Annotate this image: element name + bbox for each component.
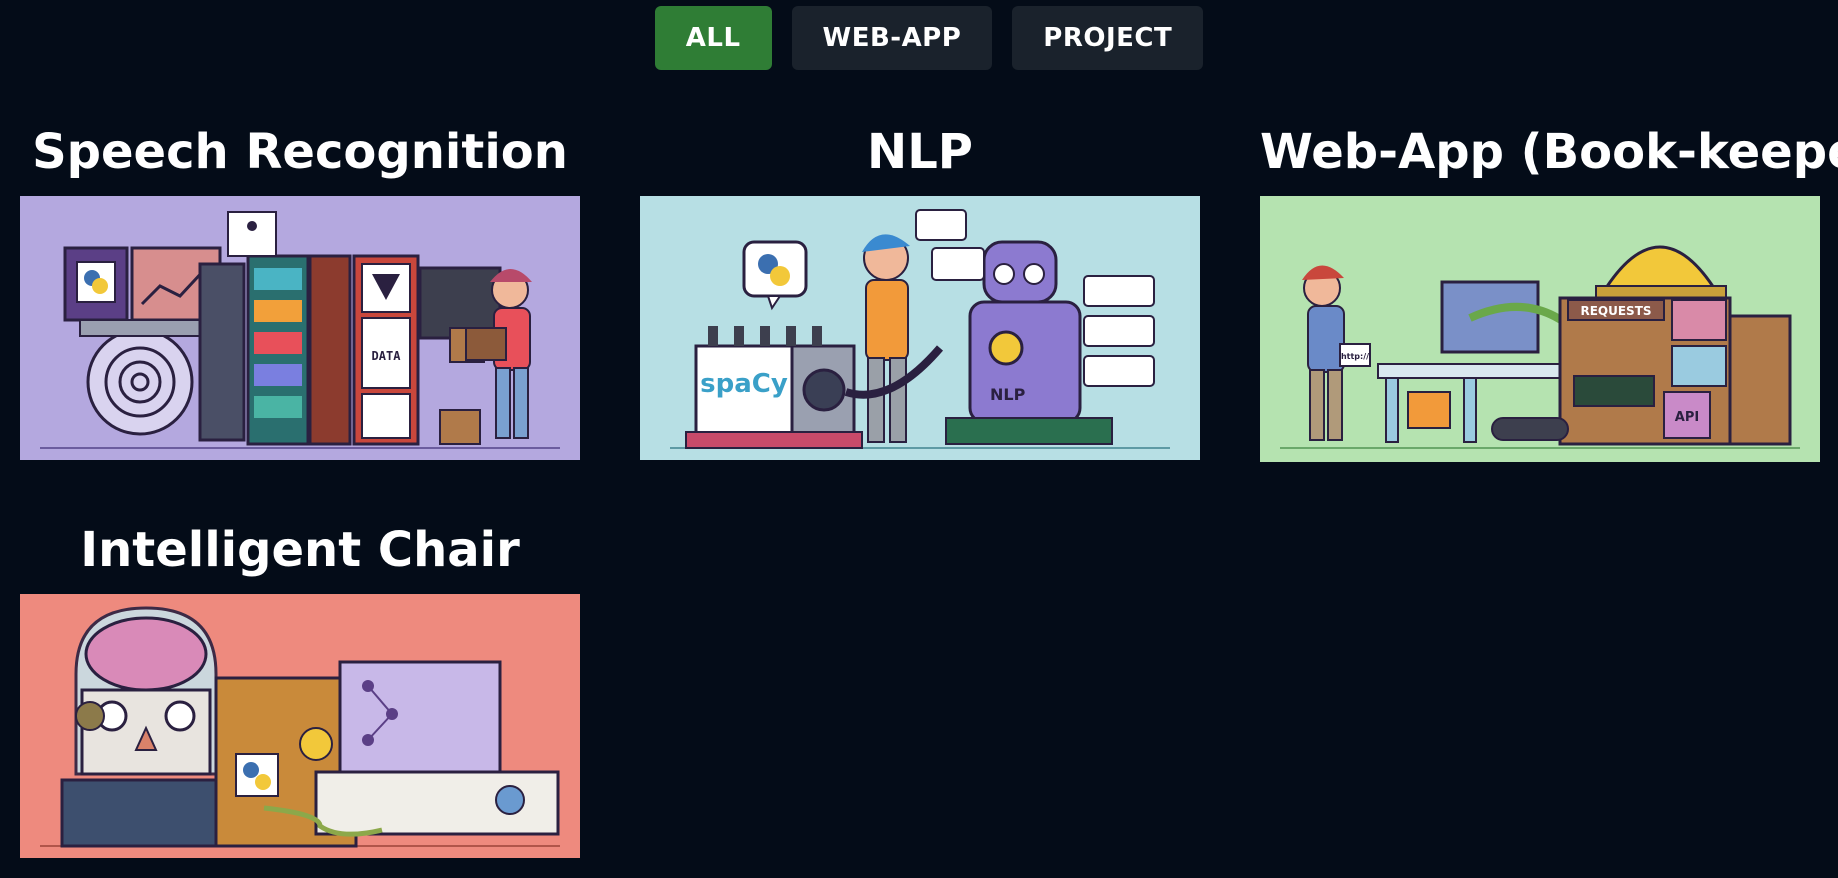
requests-label: REQUESTS xyxy=(1580,304,1651,318)
project-title: Web-App (Book-keeper) xyxy=(1260,124,1838,180)
project-card-book-keeper[interactable]: Web-App (Book-keeper) http:// xyxy=(1260,116,1838,462)
project-card-nlp[interactable]: NLP spaCy NLP xyxy=(640,116,1200,460)
filter-project-button[interactable]: PROJECT xyxy=(1012,6,1204,70)
project-image[interactable]: DATA xyxy=(20,196,580,460)
project-image[interactable]: http:// REQUESTS API xyxy=(1260,196,1820,462)
project-image[interactable]: spaCy NLP xyxy=(640,196,1200,460)
project-title: NLP xyxy=(867,124,973,180)
api-label: API xyxy=(1675,410,1699,425)
project-image[interactable] xyxy=(20,594,580,858)
filter-bar: ALL WEB-APP PROJECT xyxy=(0,6,1838,70)
project-card-speech-recognition[interactable]: Speech Recognition DATA xyxy=(20,116,580,460)
filter-web-app-button[interactable]: WEB-APP xyxy=(791,6,993,70)
robot-label: NLP xyxy=(990,385,1026,404)
data-label: DATA xyxy=(372,349,402,363)
project-title: Speech Recognition xyxy=(32,124,568,180)
project-title: Intelligent Chair xyxy=(80,522,520,578)
spacy-label: spaCy xyxy=(700,369,788,399)
filter-all-button[interactable]: ALL xyxy=(654,6,772,70)
http-label: http:// xyxy=(1341,352,1369,361)
project-card-intelligent-chair[interactable]: Intelligent Chair xyxy=(20,514,580,858)
